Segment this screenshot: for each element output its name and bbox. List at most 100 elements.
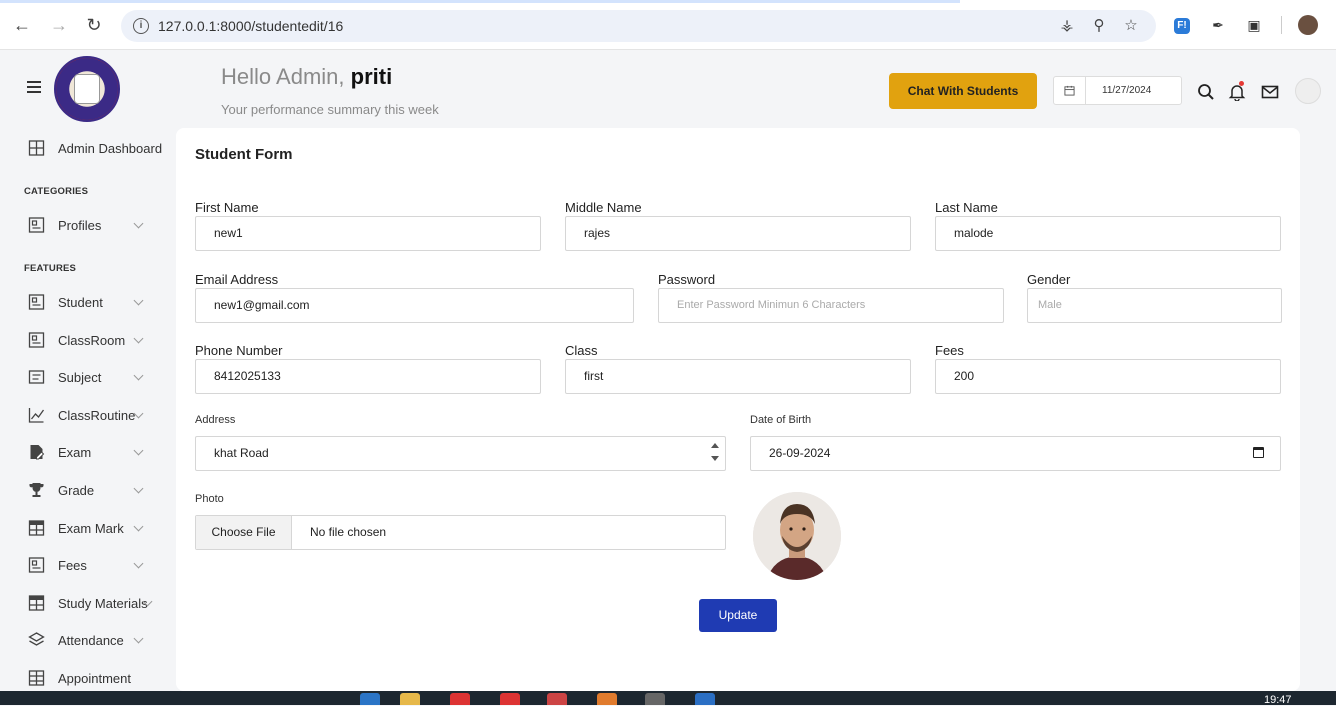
sidebar-item-classroutine[interactable]: ClassRoutine	[27, 403, 177, 427]
tab-strip-edge	[0, 0, 960, 3]
taskbar-clock: 19:47	[1264, 694, 1292, 706]
password-field[interactable]: Enter Password Minimun 6 Characters	[658, 288, 1004, 323]
chevron-down-icon	[133, 483, 144, 494]
student-photo	[753, 492, 841, 580]
grid-icon	[27, 557, 45, 573]
sidebar-item-attendance[interactable]: Attendance	[27, 628, 177, 652]
sidebar-item-study-materials[interactable]: Study Materials	[27, 591, 177, 615]
chevron-down-icon	[133, 370, 144, 381]
sidebar-item-label: Subject	[58, 369, 102, 385]
chevron-down-icon	[133, 521, 144, 532]
sidebar-item-label: Student	[58, 294, 103, 310]
menu-toggle-icon[interactable]	[27, 81, 41, 93]
back-icon[interactable]: ←	[11, 14, 33, 36]
zoom-icon[interactable]: ⚲	[1089, 16, 1109, 36]
photo-file-input[interactable]: Choose File No file chosen	[195, 515, 726, 550]
fees-label: Fees	[935, 343, 964, 358]
key-icon[interactable]: ⚶	[1057, 16, 1077, 36]
browser-toolbar: ← → ↻ i 127.0.0.1:8000/studentedit/16 ⚶ …	[0, 0, 1336, 50]
gender-label: Gender	[1027, 272, 1071, 287]
chevron-down-icon	[133, 558, 144, 569]
forward-icon[interactable]: →	[48, 14, 70, 36]
search-icon[interactable]	[1197, 83, 1215, 101]
notification-dot	[1239, 81, 1244, 86]
address-bar[interactable]: i 127.0.0.1:8000/studentedit/16 ⚶ ⚲ ☆	[121, 10, 1156, 42]
taskbar-app-icon[interactable]	[547, 693, 567, 705]
layers-icon	[27, 632, 45, 648]
grid-icon	[27, 332, 45, 348]
sidebar-item-label: Study Materials	[58, 595, 148, 611]
chat-with-students-button[interactable]: Chat With Students	[889, 73, 1037, 109]
sidebar-item-label: ClassRoom	[58, 332, 126, 348]
class-label: Class	[565, 343, 598, 358]
sidebar-item-admin-dashboard[interactable]: Admin Dashboard	[27, 136, 177, 160]
user-name: priti	[350, 64, 393, 89]
first-name-label: First Name	[195, 200, 259, 215]
phone-field[interactable]: 8412025133	[195, 359, 541, 394]
fees-field[interactable]: 200	[935, 359, 1281, 394]
taskbar-app-icon[interactable]	[597, 693, 617, 705]
trophy-icon	[27, 482, 45, 498]
update-button[interactable]: Update	[699, 599, 777, 632]
taskbar-app-icon[interactable]	[360, 693, 380, 705]
puzzle-icon[interactable]: ▣	[1244, 15, 1264, 35]
greeting-subtitle: Your performance summary this week	[221, 102, 439, 117]
school-logo	[54, 56, 120, 122]
sidebar-item-exam-mark[interactable]: Exam Mark	[27, 516, 177, 540]
greeting-text: Hello Admin,	[221, 64, 345, 89]
chevron-down-icon	[133, 295, 144, 306]
sidebar-item-label: Profiles	[58, 217, 102, 233]
profile-avatar[interactable]	[1298, 15, 1318, 35]
email-field[interactable]: new1@gmail.com	[195, 288, 634, 323]
middle-name-field[interactable]: rajes	[565, 216, 911, 251]
bell-icon[interactable]	[1228, 83, 1246, 102]
dob-field[interactable]: 26-09-2024	[750, 436, 1281, 471]
sidebar-item-label: Exam	[58, 444, 92, 460]
taskbar-app-icon[interactable]	[450, 693, 470, 705]
sidebar-item-student[interactable]: Student	[27, 290, 177, 314]
reload-icon[interactable]: ↻	[83, 14, 105, 36]
taskbar-app-icon[interactable]	[400, 693, 420, 705]
grid-icon	[27, 217, 45, 233]
address-field[interactable]: khat Road	[195, 436, 726, 471]
choose-file-button[interactable]: Choose File	[196, 516, 292, 549]
class-field[interactable]: first	[565, 359, 911, 394]
chevron-down-icon	[133, 633, 144, 644]
last-name-field[interactable]: malode	[935, 216, 1281, 251]
url-text[interactable]: 127.0.0.1:8000/studentedit/16	[158, 18, 343, 34]
address-value: khat Road	[214, 446, 269, 460]
sidebar-item-label: Attendance	[58, 632, 124, 648]
calendar-icon[interactable]	[1054, 77, 1086, 104]
address-label: Address	[195, 414, 236, 426]
taskbar-app-icon[interactable]	[500, 693, 520, 705]
avatar[interactable]	[1295, 78, 1321, 104]
mail-icon[interactable]	[1261, 83, 1279, 101]
site-info-icon[interactable]: i	[133, 18, 149, 34]
sidebar-item-exam[interactable]: Exam	[27, 440, 177, 464]
sidebar-item-appointment[interactable]: Appointment	[27, 666, 177, 690]
table-icon	[27, 670, 45, 686]
taskbar-app-icon[interactable]	[695, 693, 715, 705]
sidebar-item-profiles[interactable]: Profiles	[27, 213, 177, 237]
star-icon[interactable]: ☆	[1121, 16, 1141, 36]
address-stepper[interactable]	[709, 440, 721, 468]
calendar-icon[interactable]	[1253, 447, 1264, 458]
sidebar-item-grade[interactable]: Grade	[27, 478, 177, 502]
eyedropper-icon[interactable]: ✒	[1208, 15, 1228, 35]
dob-label: Date of Birth	[750, 414, 812, 426]
last-name-label: Last Name	[935, 200, 998, 215]
list-icon	[27, 369, 45, 385]
first-name-field[interactable]: new1	[195, 216, 541, 251]
extension-icon[interactable]: F!	[1174, 18, 1190, 34]
features-heading: FEATURES	[24, 263, 77, 274]
date-picker[interactable]: 11/27/2024	[1053, 76, 1182, 105]
toolbar-divider	[1281, 16, 1282, 34]
sidebar-item-fees[interactable]: Fees	[27, 553, 177, 577]
sidebar-item-classroom[interactable]: ClassRoom	[27, 328, 177, 352]
taskbar-app-icon[interactable]	[645, 693, 665, 705]
sidebar-item-subject[interactable]: Subject	[27, 365, 177, 389]
date-value[interactable]: 11/27/2024	[1102, 85, 1151, 96]
categories-heading: CATEGORIES	[24, 186, 89, 197]
phone-label: Phone Number	[195, 343, 283, 358]
gender-field[interactable]: Male	[1027, 288, 1282, 323]
